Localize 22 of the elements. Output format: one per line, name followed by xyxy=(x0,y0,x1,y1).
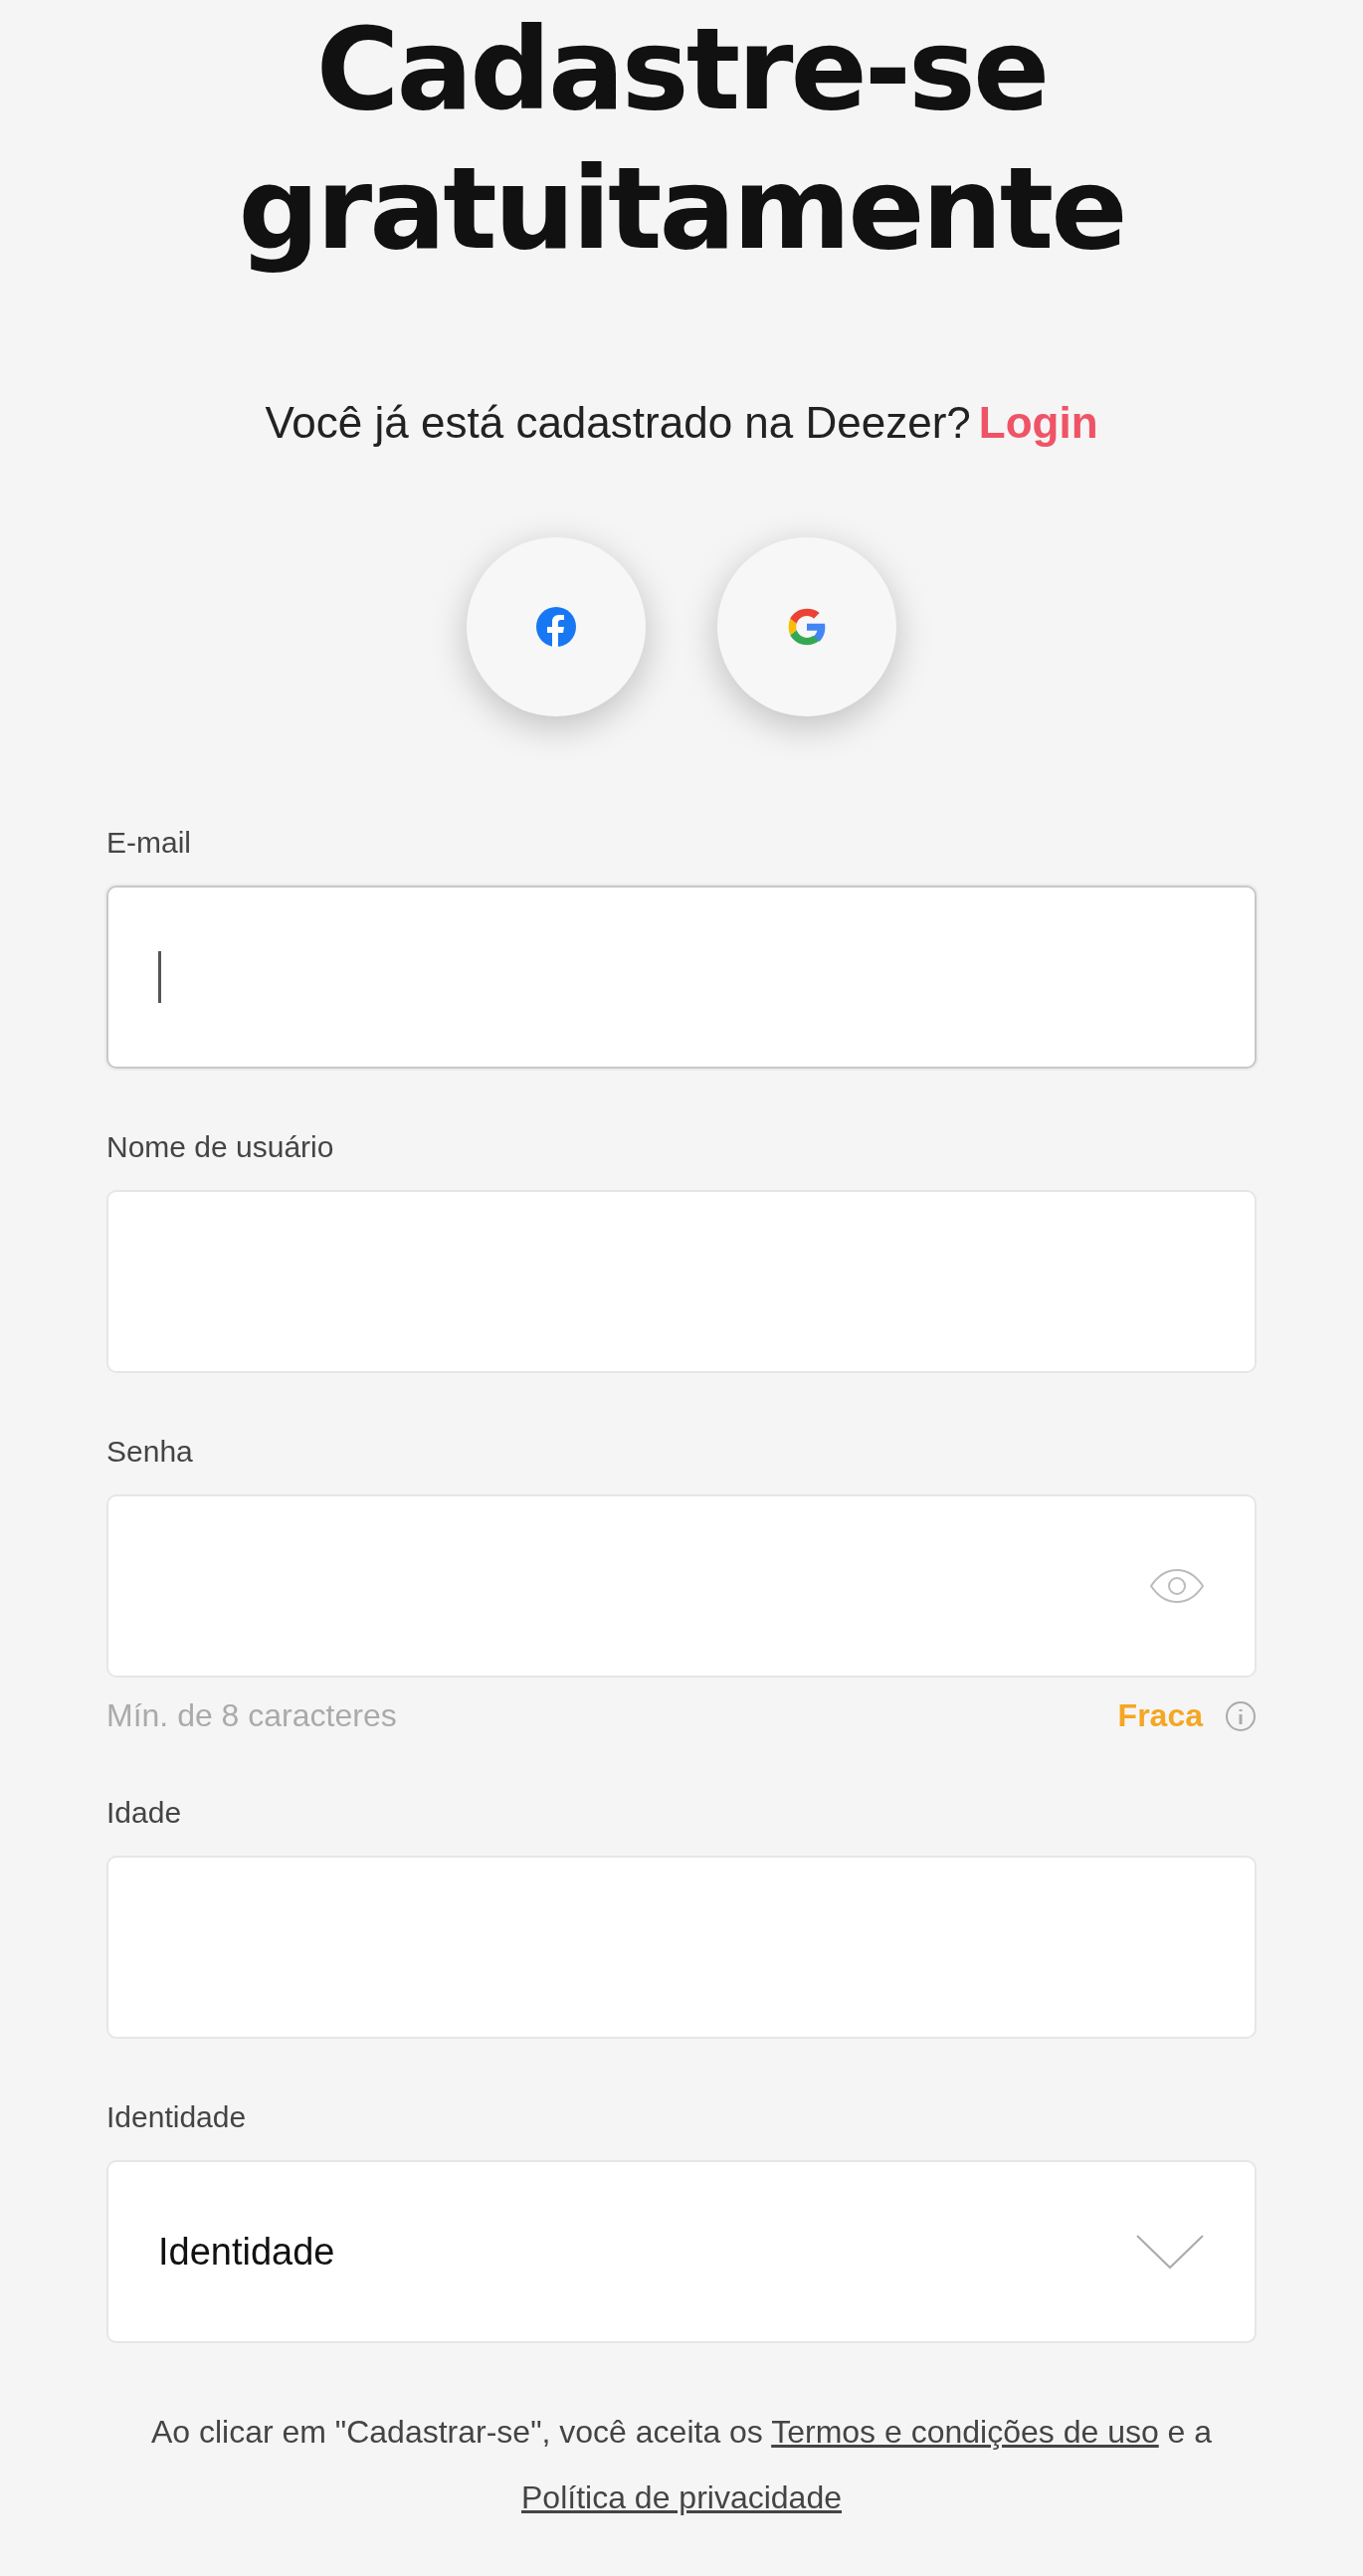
terms-link[interactable]: Termos e condições de uso xyxy=(771,2414,1159,2450)
chevron-down-icon xyxy=(1135,2234,1205,2270)
identity-select[interactable]: Identidade xyxy=(106,2160,1257,2343)
facebook-icon xyxy=(536,607,576,647)
info-icon[interactable] xyxy=(1225,1699,1257,1732)
password-hint: Mín. de 8 caracteres xyxy=(106,1697,397,1734)
input-field[interactable] xyxy=(106,1856,1257,2039)
terms-link[interactable]: Política de privacidade xyxy=(521,2479,842,2515)
page-title: gratuitamente xyxy=(238,141,1125,277)
field-label: Identidade xyxy=(106,2100,248,2134)
login-prompt: Você já está cadastrado na Deezer? xyxy=(265,398,971,447)
field-label: E-mail xyxy=(106,826,192,860)
terms-notice: Ao clicar em "Cadastrar-se", você aceita os Termos e condições de uso e a Política de privacidade xyxy=(149,2413,1214,2517)
page-title: Cadastre-se xyxy=(315,2,1048,137)
input-field[interactable] xyxy=(106,886,1257,1069)
field-label: Senha xyxy=(106,1435,194,1469)
password-field[interactable] xyxy=(106,1494,1257,1678)
input-field[interactable] xyxy=(106,1190,1257,1373)
eye-icon[interactable] xyxy=(1149,1568,1205,1604)
field-label: Nome de usuário xyxy=(106,1130,335,1164)
password-strength: Fraca xyxy=(1117,1697,1203,1734)
field-label: Idade xyxy=(106,1796,183,1830)
